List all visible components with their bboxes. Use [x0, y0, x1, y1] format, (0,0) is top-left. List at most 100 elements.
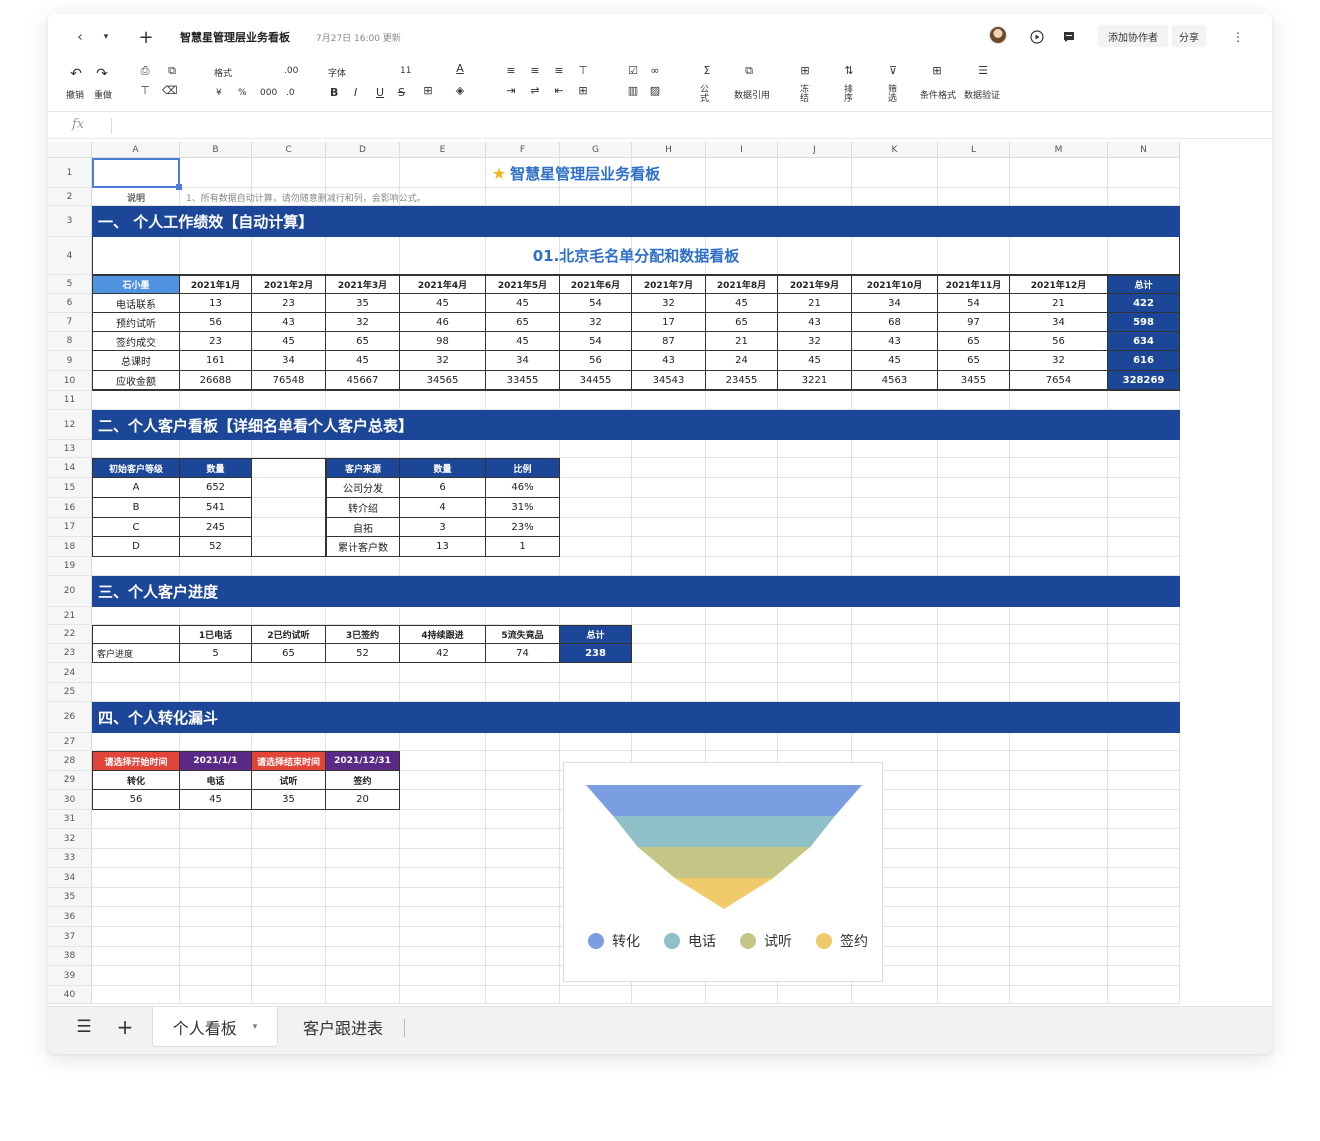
perf-row-label[interactable]: 预约试听: [92, 313, 180, 332]
comment-icon[interactable]: [1060, 26, 1078, 48]
level-table-cell[interactable]: A: [92, 478, 180, 498]
perf-value-cell[interactable]: 24: [706, 351, 778, 371]
undo-icon[interactable]: ↶: [68, 66, 84, 82]
funnel-header-cell[interactable]: 试听: [252, 771, 326, 790]
perf-value-cell[interactable]: 34565: [400, 371, 486, 391]
data-ref-icon[interactable]: ⧉: [742, 64, 756, 78]
perf-value-cell[interactable]: 45: [252, 332, 326, 351]
perf-value-cell[interactable]: 328269: [1108, 371, 1180, 391]
perf-value-cell[interactable]: 56: [1010, 332, 1108, 351]
row-header[interactable]: 12: [48, 410, 92, 440]
merge-icon[interactable]: ⊞: [576, 84, 590, 97]
perf-value-cell[interactable]: 32: [560, 313, 632, 332]
progress-header-cell[interactable]: 5流失竟品: [486, 625, 560, 644]
freeze-label[interactable]: 冻结: [800, 86, 810, 104]
progress-cell[interactable]: 52: [326, 644, 400, 663]
source-table-cell[interactable]: 23%: [486, 518, 560, 537]
font-color-icon[interactable]: A: [452, 62, 468, 75]
level-table-cell[interactable]: 245: [180, 518, 252, 537]
level-table-cell[interactable]: 652: [180, 478, 252, 498]
funnel-value-cell[interactable]: 20: [326, 790, 400, 810]
dropdown-icon[interactable]: ▾: [98, 26, 114, 48]
perf-value-cell[interactable]: 45: [778, 351, 852, 371]
row-header[interactable]: 32: [48, 829, 92, 849]
progress-cell[interactable]: 65: [252, 644, 326, 663]
perf-value-cell[interactable]: 43: [778, 313, 852, 332]
row-header[interactable]: 8: [48, 332, 92, 351]
perf-value-cell[interactable]: 45: [706, 294, 778, 313]
row-header[interactable]: 1: [48, 158, 92, 188]
filter-icon[interactable]: ⊽: [886, 64, 900, 77]
chart-icon[interactable]: ▥: [626, 84, 640, 97]
paste-icon[interactable]: ⧉: [162, 64, 182, 78]
perf-value-cell[interactable]: 21: [706, 332, 778, 351]
perf-value-cell[interactable]: 23: [252, 294, 326, 313]
row-header[interactable]: 21: [48, 607, 92, 625]
row-header[interactable]: 2: [48, 188, 92, 206]
row-header[interactable]: 28: [48, 751, 92, 771]
font-select[interactable]: 字体: [328, 66, 346, 79]
perf-value-cell[interactable]: 65: [938, 332, 1010, 351]
source-table-cell[interactable]: 13: [400, 537, 486, 557]
funnel-header-cell[interactable]: 转化: [92, 771, 180, 790]
row-header[interactable]: 27: [48, 733, 92, 751]
bold-button[interactable]: B: [330, 86, 338, 99]
filter-label[interactable]: 筛选: [888, 86, 898, 104]
column-header[interactable]: E: [400, 142, 486, 158]
avatar[interactable]: [989, 26, 1007, 44]
align-right-icon[interactable]: ≡: [552, 64, 566, 77]
perf-value-cell[interactable]: 34: [252, 351, 326, 371]
source-table-cell[interactable]: 自拓: [326, 518, 400, 537]
perf-value-cell[interactable]: 598: [1108, 313, 1180, 332]
perf-value-cell[interactable]: 97: [938, 313, 1010, 332]
progress-cell[interactable]: 238: [560, 644, 632, 663]
column-header[interactable]: K: [852, 142, 938, 158]
note-label[interactable]: 说明: [92, 188, 180, 206]
row-header[interactable]: 40: [48, 986, 92, 1004]
perf-value-cell[interactable]: 3221: [778, 371, 852, 391]
validate-icon[interactable]: ☰: [976, 64, 990, 77]
perf-value-cell[interactable]: 68: [852, 313, 938, 332]
level-table-cell[interactable]: D: [92, 537, 180, 557]
fill-color-icon[interactable]: ◈: [452, 84, 468, 97]
indent-icon[interactable]: ⇥: [504, 84, 518, 97]
perf-row-label[interactable]: 总课时: [92, 351, 180, 371]
progress-cell[interactable]: 客户进度: [92, 644, 180, 663]
perf-value-cell[interactable]: 76548: [252, 371, 326, 391]
row-header[interactable]: 6: [48, 294, 92, 313]
funnel-segment-1[interactable]: [613, 816, 835, 847]
perf-value-cell[interactable]: 43: [632, 351, 706, 371]
perf-header-cell[interactable]: 2021年1月: [180, 275, 252, 294]
add-collaborator-button[interactable]: 添加协作者: [1098, 25, 1168, 47]
level-table-cell[interactable]: 52: [180, 537, 252, 557]
level-header-cell[interactable]: 初始客户等级: [92, 458, 180, 478]
perf-row-label[interactable]: 签约成交: [92, 332, 180, 351]
column-header[interactable]: I: [706, 142, 778, 158]
date-select-cell[interactable]: 请选择开始时间: [92, 751, 180, 771]
perf-value-cell[interactable]: 65: [326, 332, 400, 351]
source-table-cell[interactable]: 46%: [486, 478, 560, 498]
row-header[interactable]: 31: [48, 810, 92, 829]
undo-label[interactable]: 撤销: [66, 88, 84, 101]
perf-header-cell[interactable]: 2021年6月: [560, 275, 632, 294]
sort-label[interactable]: 排序: [844, 86, 854, 104]
link-icon[interactable]: ∞: [648, 64, 662, 77]
row-header[interactable]: 23: [48, 644, 92, 663]
freeze-icon[interactable]: ⊞: [798, 64, 812, 77]
formula-bar[interactable]: fx: [48, 111, 1272, 139]
row-header[interactable]: 22: [48, 625, 92, 644]
tab-customer-followup[interactable]: 客户跟进表: [288, 1007, 398, 1047]
more-icon[interactable]: ⋮: [1230, 26, 1246, 48]
perf-header-cell[interactable]: 2021年4月: [400, 275, 486, 294]
date-select-cell[interactable]: 2021/1/1: [180, 751, 252, 771]
print-icon[interactable]: ⎙: [138, 64, 152, 78]
funnel-segment-2[interactable]: [637, 847, 811, 878]
funnel-segment-3[interactable]: [674, 878, 774, 909]
row-header[interactable]: 5: [48, 275, 92, 294]
tab-personal-board[interactable]: 个人看板 ▾: [152, 1007, 278, 1047]
perf-value-cell[interactable]: 43: [252, 313, 326, 332]
perf-value-cell[interactable]: 45: [486, 294, 560, 313]
perf-value-cell[interactable]: 45: [326, 351, 400, 371]
row-header[interactable]: 17: [48, 518, 92, 537]
progress-header-cell[interactable]: 2已约试听: [252, 625, 326, 644]
